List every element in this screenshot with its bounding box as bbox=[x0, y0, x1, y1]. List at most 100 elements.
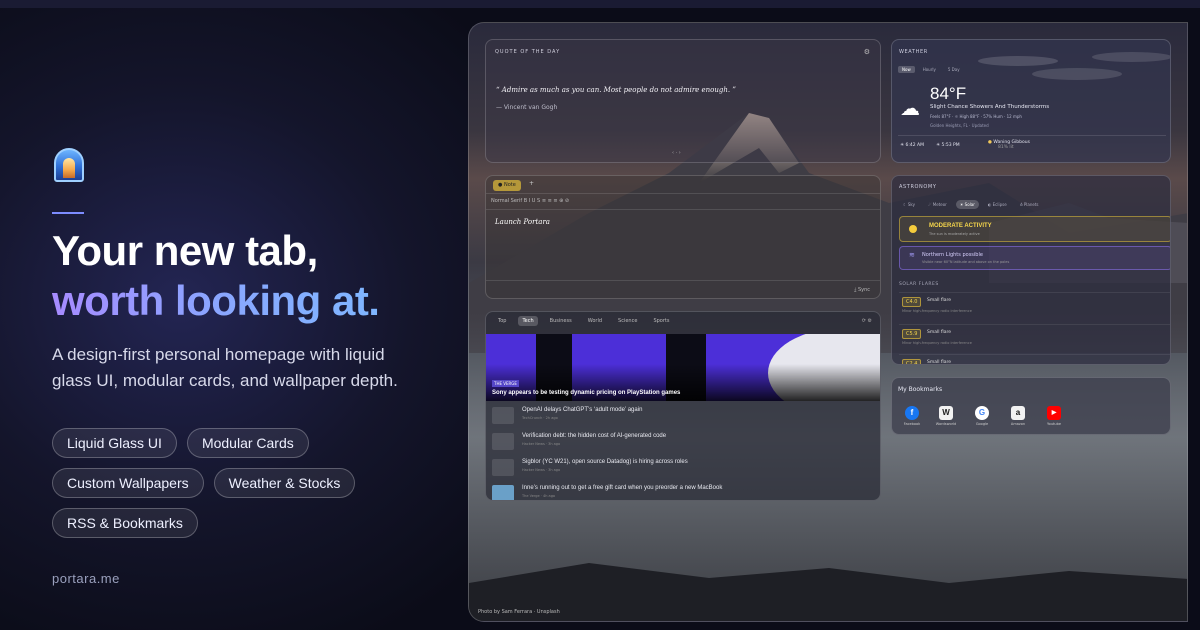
bookmark-label: Google bbox=[975, 422, 989, 426]
news-item[interactable]: Inne’s running out to get a free gift ca… bbox=[486, 482, 880, 500]
news-item-meta: Hacker News · 3h ago bbox=[522, 442, 561, 446]
solar-flares-heading: SOLAR FLARES bbox=[899, 282, 939, 287]
youtube-icon: ▶ bbox=[1047, 406, 1061, 420]
astronomy-tabs: ☾ Sky ☄ Meteor ☀ Solar ◐ Eclipse ♁ Plane… bbox=[899, 200, 1043, 209]
headline-line-1: Your new tab, bbox=[52, 227, 318, 274]
sunrise-time: 6:42 AM bbox=[905, 143, 924, 148]
news-item-meta: TechCrunch · 2h ago bbox=[522, 416, 558, 420]
flare-item: C4.0 Small flare Minor high-frequency ra… bbox=[899, 292, 1170, 320]
photo-credit[interactable]: Photo by Sam Ferrara · Unsplash bbox=[478, 609, 560, 615]
bookmark-google[interactable]: G Google bbox=[962, 406, 1002, 426]
flare-item: C2.4 Small flare bbox=[899, 354, 1170, 365]
news-item-title[interactable]: OpenAI delays ChatGPT’s ‘adult mode’ aga… bbox=[522, 407, 642, 413]
tab-meteor[interactable]: ☄ Meteor bbox=[924, 200, 951, 209]
bookmarks-card: My Bookmarks f Facebook W Wordsworld G G… bbox=[891, 377, 1171, 435]
weather-card: WEATHER Now Hourly 5 Day ☁ 84°F Slight C… bbox=[891, 39, 1171, 163]
news-item-meta: Hacker News · 3h ago bbox=[522, 468, 561, 472]
add-note-button[interactable]: + bbox=[529, 180, 534, 187]
news-item[interactable]: Sigblor (YC W21), open source Datadog) i… bbox=[486, 456, 880, 481]
facebook-icon: f bbox=[905, 406, 919, 420]
tab-sports[interactable]: Sports bbox=[649, 316, 673, 326]
news-item[interactable]: Verification debt: the hidden cost of AI… bbox=[486, 430, 880, 455]
news-thumbnail bbox=[492, 485, 514, 500]
settings-icon[interactable]: ⚙ bbox=[864, 48, 870, 56]
pill-weather-stocks: Weather & Stocks bbox=[213, 468, 356, 498]
news-item-title[interactable]: Sigblor (YC W21), open source Datadog) i… bbox=[522, 459, 688, 465]
pill-custom-wallpapers: Custom Wallpapers bbox=[52, 468, 204, 498]
sun-icon bbox=[909, 225, 917, 233]
editor-toolbar[interactable]: Normal Serif B I U S ≡ ≡ ≡ ⊕ ⊘ bbox=[486, 193, 880, 210]
bookmark-youtube[interactable]: ▶ Youtube bbox=[1034, 406, 1074, 426]
accent-divider bbox=[52, 212, 84, 214]
tab-eclipse[interactable]: ◐ Eclipse bbox=[984, 200, 1011, 209]
news-controls[interactable]: ⟳ ⚙ bbox=[862, 318, 872, 324]
news-item[interactable]: OpenAI delays ChatGPT’s ‘adult mode’ aga… bbox=[486, 404, 880, 429]
weather-card-title: WEATHER bbox=[899, 49, 928, 55]
quote-nav[interactable]: ‹ · › bbox=[672, 150, 681, 156]
pill-modular-cards: Modular Cards bbox=[186, 428, 309, 458]
astronomy-card-title: ASTRONOMY bbox=[899, 184, 937, 190]
bookmark-label: Amazon bbox=[1010, 422, 1026, 426]
amazon-icon: a bbox=[1011, 406, 1025, 420]
tab-tech[interactable]: Tech bbox=[518, 316, 538, 326]
news-item-title[interactable]: Inne’s running out to get a free gift ca… bbox=[522, 485, 722, 491]
hero-title[interactable]: Sony appears to be testing dynamic prici… bbox=[492, 390, 680, 396]
wordsworld-icon: W bbox=[939, 406, 953, 420]
quote-author: — Vincent van Gogh bbox=[496, 104, 558, 111]
weather-tabs: Now Hourly 5 Day bbox=[898, 66, 964, 73]
bookmarks-title: My Bookmarks bbox=[898, 386, 943, 393]
tab-top[interactable]: Top bbox=[494, 316, 510, 326]
flare-description: Minor high-frequency radio interference bbox=[902, 309, 972, 313]
sunset-time: 5:53 PM bbox=[941, 143, 960, 148]
flare-class-badge: C4.0 bbox=[902, 297, 922, 307]
sunrise: ☀ 6:42 AM bbox=[900, 143, 924, 148]
alert-title: MODERATE ACTIVITY bbox=[929, 223, 992, 229]
alert-subtitle: The sun is moderately active bbox=[929, 232, 980, 236]
flare-name: Small flare bbox=[927, 298, 952, 303]
news-thumbnail bbox=[492, 459, 514, 476]
aurora-title: Northern Lights possible bbox=[922, 252, 983, 258]
flare-name: Small flare bbox=[927, 360, 952, 365]
moon-phase: ● Waning Gibbous 81% lit bbox=[988, 140, 1030, 150]
news-card: Top Tech Business World Science Sports ⟳… bbox=[485, 311, 881, 501]
news-thumbnail bbox=[492, 433, 514, 450]
headline: Your new tab, worth looking at. bbox=[52, 226, 380, 326]
tab-solar[interactable]: ☀ Solar bbox=[955, 200, 979, 209]
flare-class-badge: C5.9 bbox=[902, 329, 922, 339]
sync-button[interactable]: ⤓ Sync bbox=[854, 287, 870, 293]
news-hero-article[interactable]: THE VERGE Sony appears to be testing dyn… bbox=[486, 334, 880, 401]
headline-line-2: worth looking at. bbox=[52, 277, 380, 324]
quote-card-title: QUOTE OF THE DAY bbox=[495, 49, 561, 55]
tab-science[interactable]: Science bbox=[614, 316, 641, 326]
bookmark-amazon[interactable]: a Amazon bbox=[998, 406, 1038, 426]
tab-now[interactable]: Now bbox=[898, 66, 915, 73]
news-item-title[interactable]: Verification debt: the hidden cost of AI… bbox=[522, 433, 666, 439]
flare-item: C5.9 Small flare Minor high-frequency ra… bbox=[899, 324, 1170, 352]
aurora-subtitle: Visible near 60°N latitude and above on … bbox=[922, 260, 1010, 264]
tab-planets[interactable]: ♁ Planets bbox=[1016, 200, 1043, 209]
tab-sky[interactable]: ☾ Sky bbox=[899, 200, 919, 209]
tab-5-day[interactable]: 5 Day bbox=[944, 66, 964, 73]
bookmark-wordsworld[interactable]: W Wordsworld bbox=[926, 406, 966, 426]
note-tab[interactable]: ● Note bbox=[493, 180, 521, 191]
pill-liquid-glass: Liquid Glass UI bbox=[52, 428, 177, 458]
portara-logo-icon bbox=[54, 148, 84, 182]
weather-location: Golden Heights, FL · Updated bbox=[930, 123, 989, 128]
weather-details: Feels 87°F · ☼ High 88°F · 57% Hum · 12 … bbox=[930, 114, 1022, 119]
bookmark-label: Youtube bbox=[1047, 422, 1061, 426]
note-footer-divider bbox=[486, 280, 880, 281]
temperature: 84°F bbox=[930, 84, 967, 103]
notes-card: ● Note + Normal Serif B I U S ≡ ≡ ≡ ⊕ ⊘ … bbox=[485, 175, 881, 299]
tab-world[interactable]: World bbox=[584, 316, 606, 326]
tab-business[interactable]: Business bbox=[546, 316, 576, 326]
note-body[interactable]: Launch Portara bbox=[495, 218, 550, 226]
google-icon: G bbox=[975, 406, 989, 420]
weather-condition: Slight Chance Showers And Thunderstorms bbox=[930, 104, 1050, 110]
tab-hourly[interactable]: Hourly bbox=[919, 66, 940, 73]
site-domain[interactable]: portara.me bbox=[52, 571, 120, 586]
moon-illumination: 81% lit bbox=[998, 145, 1014, 150]
hero-source-badge: THE VERGE bbox=[492, 380, 519, 387]
news-tabs: Top Tech Business World Science Sports bbox=[494, 316, 673, 326]
astronomy-card: ASTRONOMY ☾ Sky ☄ Meteor ☀ Solar ◐ Eclip… bbox=[891, 175, 1171, 365]
sunset: ☀ 5:53 PM bbox=[936, 143, 960, 148]
